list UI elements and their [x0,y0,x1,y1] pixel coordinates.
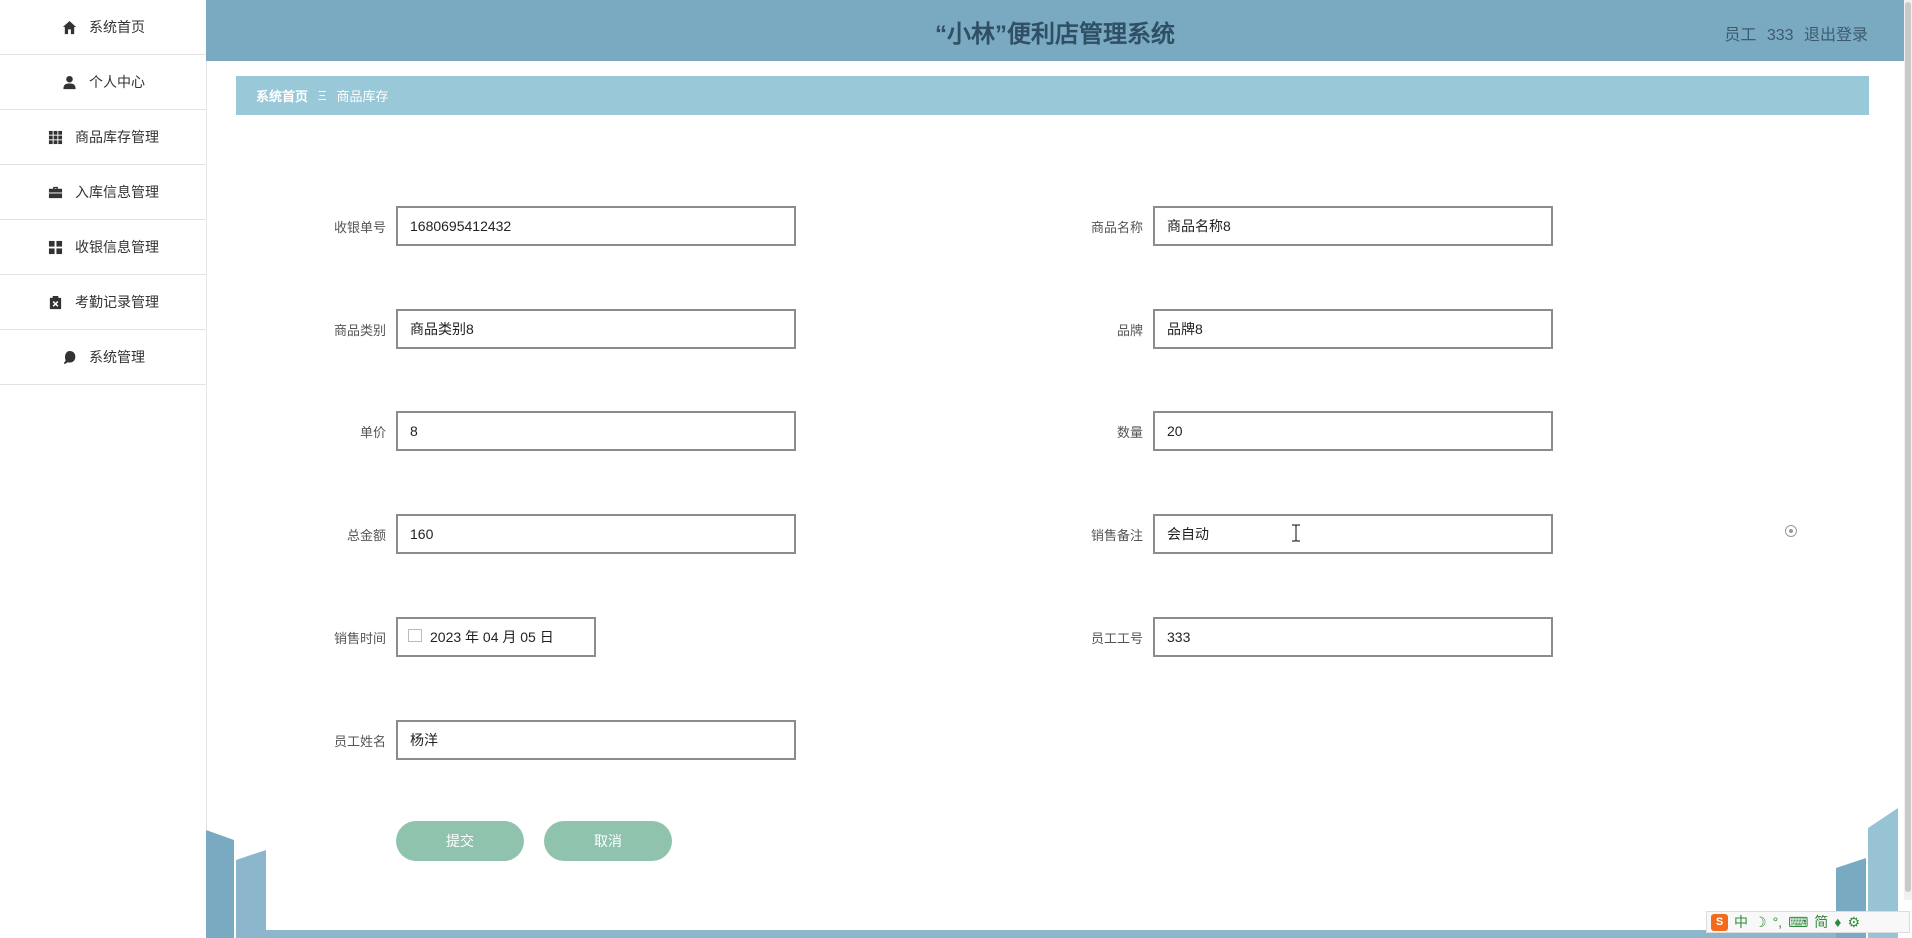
ime-mode[interactable]: 中 [1734,912,1748,932]
decorative-shape-left [206,830,266,938]
home-icon [61,19,77,35]
settings-icon[interactable]: ⚙ [1847,914,1860,931]
employee-id-label: 员工工号 [1090,631,1143,646]
sidebar-item-label: 系统管理 [89,349,145,365]
sidebar-item-stock-in[interactable]: 入库信息管理 [0,165,206,220]
category-field[interactable] [396,309,796,349]
moon-icon[interactable]: ☽ [1754,914,1767,931]
quantity-label: 数量 [1116,425,1143,440]
unit-price-field[interactable] [396,411,796,451]
sidebar-item-label: 收银信息管理 [75,239,159,255]
product-name-field[interactable] [1153,206,1553,246]
user-id: 333 [1766,27,1794,44]
sidebar-item-label: 商品库存管理 [75,129,159,145]
user-icon [61,74,77,90]
submit-button[interactable]: 提交 [396,821,524,861]
sales-note-label: 销售备注 [1090,528,1143,543]
clipboard-icon [47,294,63,310]
keyboard-icon[interactable]: ⌨ [1788,914,1808,931]
calendar-icon [408,628,422,642]
dashboard-icon [47,239,63,255]
brand-label: 品牌 [1116,323,1143,338]
user-role: 员工 [1724,27,1757,44]
sidebar-item-system[interactable]: 系统管理 [0,330,206,385]
total-amount-field[interactable] [396,514,796,554]
sidebar-item-label: 系统首页 [89,19,145,35]
total-amount-label: 总金额 [346,528,386,543]
sidebar: 系统首页 个人中心 商品库存管理 入库信息管理 收银信息管理 考勤记录管理 系统… [0,0,207,938]
breadcrumb-home[interactable]: 系统首页 [256,86,308,105]
employee-name-field[interactable] [396,720,796,760]
brand-field[interactable] [1153,309,1553,349]
ime-script[interactable]: 简 [1814,912,1828,932]
sale-time-date-picker[interactable]: 2023 年 04 月 05 日 [396,617,596,657]
breadcrumb-separator: Ξ [318,88,327,103]
sidebar-item-cashier[interactable]: 收银信息管理 [0,220,206,275]
sidebar-item-label: 入库信息管理 [75,184,159,200]
sales-note-field[interactable] [1153,514,1553,554]
header: “小林”便利店管理系统 员工 333 退出登录 [206,0,1904,61]
sale-time-label: 销售时间 [333,631,386,646]
text-cursor-icon [1292,524,1300,542]
sidebar-item-label: 个人中心 [89,74,145,90]
sidebar-item-profile[interactable]: 个人中心 [0,55,206,110]
punctuation-icon[interactable]: °, [1773,914,1783,930]
scrollbar-thumb[interactable] [1905,2,1911,892]
product-name-label: 商品名称 [1090,220,1143,235]
briefcase-icon [47,184,63,200]
cancel-button[interactable]: 取消 [544,821,672,861]
cashier-no-field[interactable] [396,206,796,246]
cashier-no-label: 收银单号 [333,220,386,235]
sidebar-item-attendance[interactable]: 考勤记录管理 [0,275,206,330]
vertical-scrollbar[interactable] [1904,0,1912,900]
sogou-logo-icon: S [1711,913,1728,931]
leaf-icon [61,349,77,365]
page-title: “小林”便利店管理系统 [935,21,1175,48]
grid-icon [47,129,63,145]
bottom-band [266,930,1836,938]
category-label: 商品类别 [333,323,386,338]
employee-name-label: 员工姓名 [333,734,386,749]
sale-time-value: 2023 年 04 月 05 日 [430,629,554,645]
sidebar-item-inventory[interactable]: 商品库存管理 [0,110,206,165]
sidebar-item-label: 考勤记录管理 [75,294,159,310]
employee-id-field[interactable] [1153,617,1553,657]
ime-toolbar: S 中 ☽ °, ⌨ 简 ♦ ⚙ [1706,911,1910,933]
quantity-field[interactable] [1153,411,1553,451]
logout-link[interactable]: 退出登录 [1804,27,1868,44]
unit-price-label: 单价 [359,425,386,440]
radio-dot-icon[interactable] [1785,525,1797,537]
breadcrumb: 系统首页 Ξ 商品库存 [236,76,1869,115]
sidebar-item-home[interactable]: 系统首页 [0,0,206,55]
skin-icon[interactable]: ♦ [1834,914,1841,930]
breadcrumb-current: 商品库存 [336,89,389,104]
user-info: 员工 333 退出登录 [1718,21,1868,45]
